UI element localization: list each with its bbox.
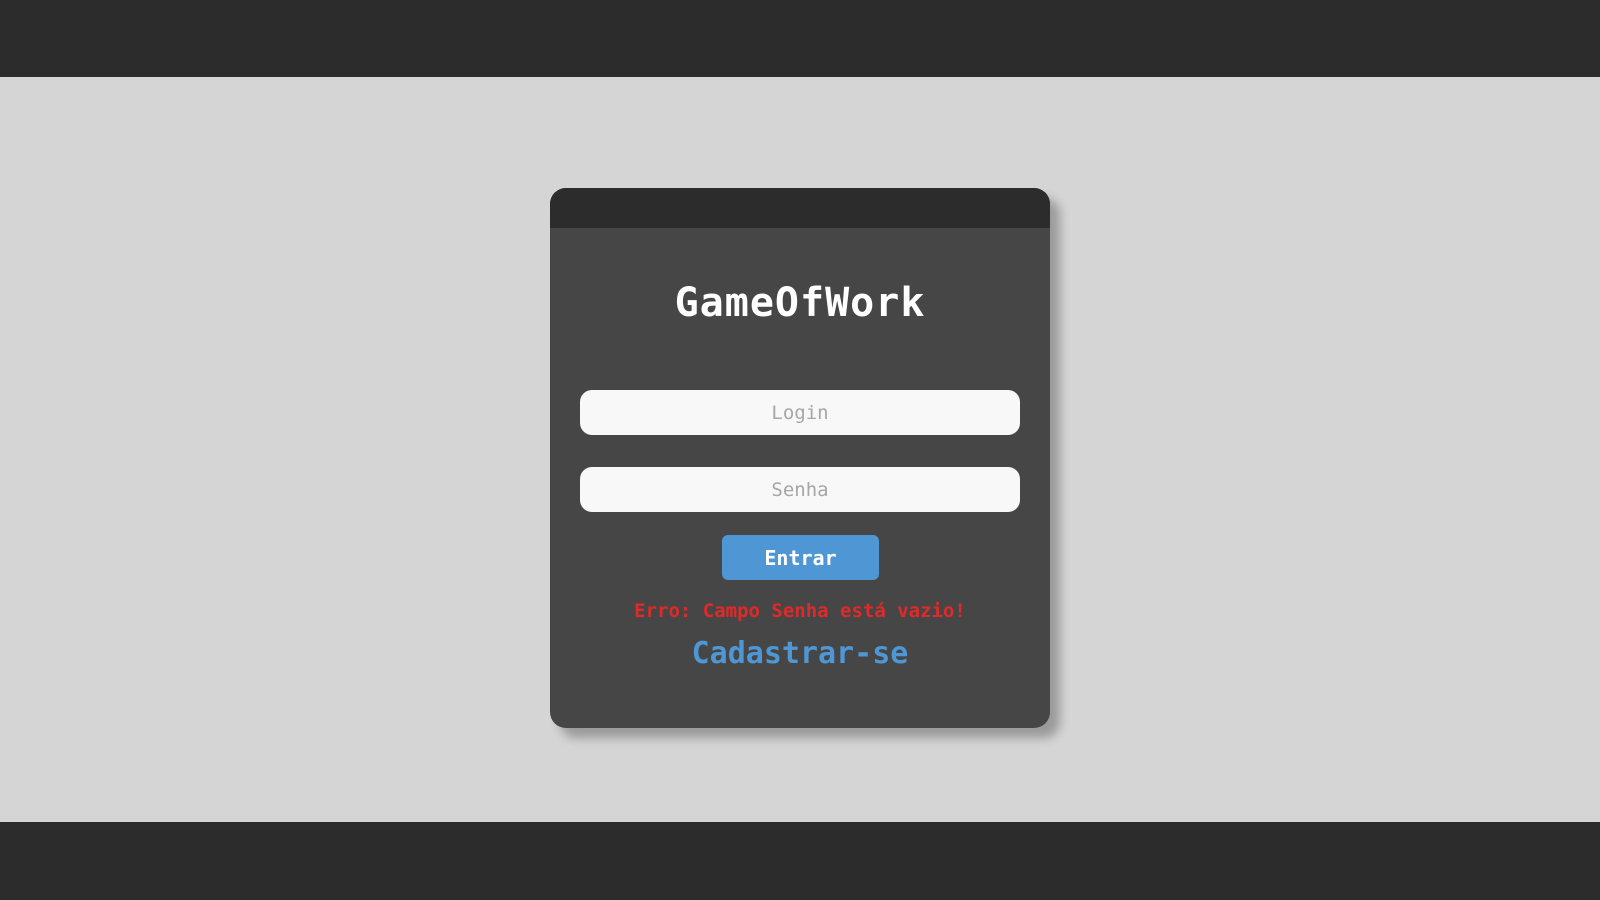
entrar-button[interactable]: Entrar (722, 535, 879, 580)
senha-input[interactable] (580, 467, 1020, 512)
login-card: GameOfWork Entrar Erro: Campo Senha está… (550, 188, 1050, 728)
error-message: Erro: Campo Senha está vazio! (634, 600, 966, 622)
login-input[interactable] (580, 390, 1020, 435)
card-header (550, 188, 1050, 228)
login-page: GameOfWork Entrar Erro: Campo Senha está… (0, 0, 1600, 900)
signup-link[interactable]: Cadastrar-se (550, 636, 1050, 671)
top-bar (0, 0, 1600, 77)
app-title: GameOfWork (674, 280, 926, 326)
bottom-bar (0, 822, 1600, 900)
